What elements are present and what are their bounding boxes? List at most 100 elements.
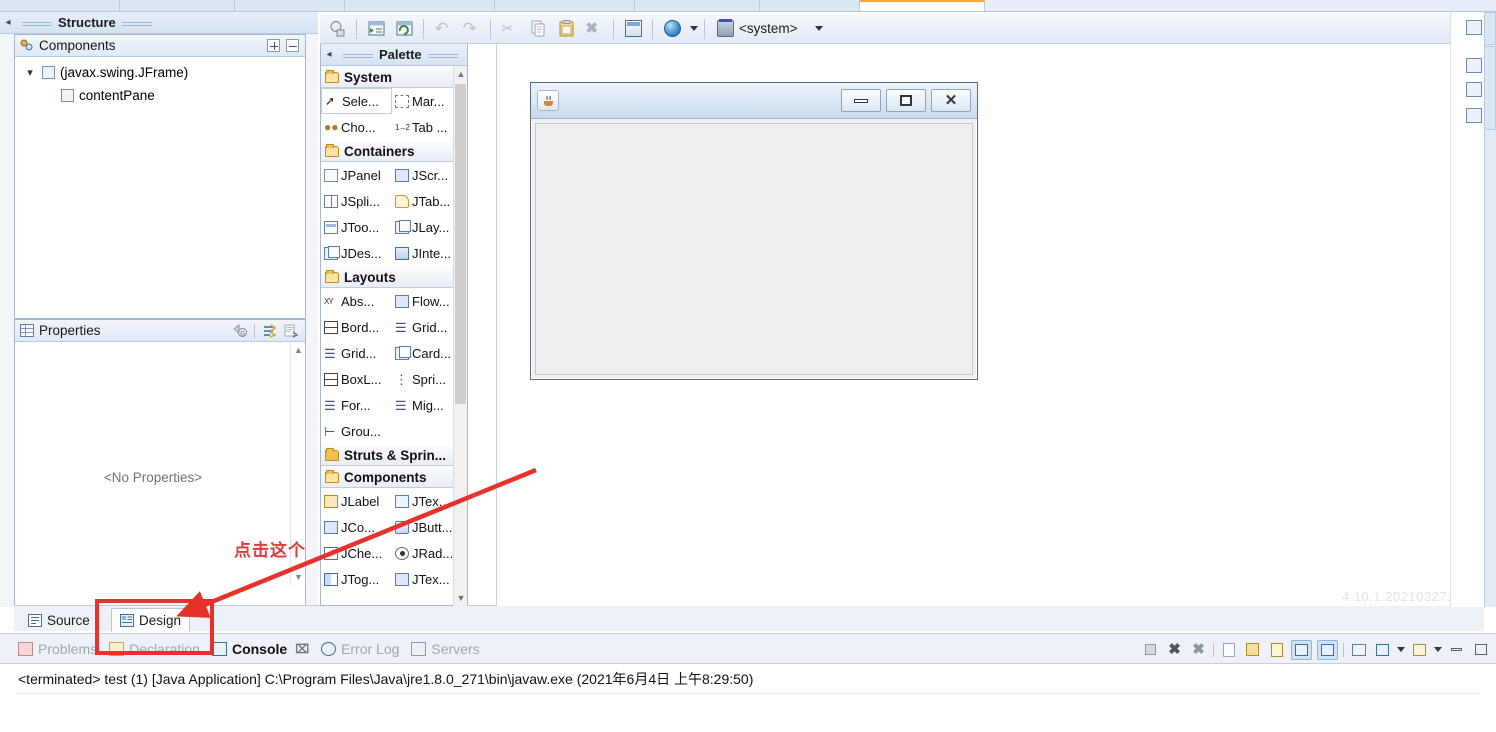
terminate-button[interactable] (1141, 641, 1160, 659)
jframe-titlebar[interactable]: ✕ (531, 83, 977, 119)
palette-category-system[interactable]: System (321, 66, 467, 88)
palette-category-struts-springs[interactable]: Struts & Sprin... (321, 444, 467, 466)
cut-button[interactable]: ✂ (497, 17, 523, 41)
console-output-area[interactable]: <terminated> test (1) [Java Application]… (0, 664, 1496, 732)
editor-tab-fragment[interactable] (120, 0, 235, 12)
jframe-contentpane[interactable] (535, 123, 973, 375)
tab-design[interactable]: Design (111, 608, 190, 632)
tab-console[interactable]: Console ⌧ (212, 641, 309, 657)
tab-problems[interactable]: Problems (18, 641, 97, 657)
tree-row[interactable]: contentPane (15, 84, 305, 107)
open-source-button[interactable] (363, 17, 389, 41)
palette-category-components[interactable]: Components (321, 466, 467, 488)
chevron-left-icon[interactable]: ◂ (321, 49, 337, 60)
look-and-feel-selector[interactable]: <system> (711, 20, 829, 37)
test-refresh-button[interactable] (324, 17, 350, 41)
palette-item-grouplayout[interactable]: ⊢ Grou... (321, 418, 392, 444)
palette-item-jpanel[interactable]: JPanel (321, 162, 392, 188)
palette-scroll-area[interactable]: System ➚ Sele... Mar... ●● Cho... 1→2 (321, 66, 467, 606)
clear-console-button[interactable] (1219, 641, 1238, 659)
chevron-down-icon[interactable]: ▾ (23, 66, 37, 79)
display-selected-console-button[interactable] (1373, 641, 1392, 659)
editor-tab-fragment[interactable] (0, 0, 120, 12)
palette-item-formlayout[interactable]: ☰ For... (321, 392, 392, 418)
palette-item-borderlayout[interactable]: Bord... (321, 314, 392, 340)
palette-item-jtoolbar[interactable]: JToo... (321, 214, 392, 240)
expand-all-button[interactable] (267, 39, 280, 52)
editor-tab-strip[interactable] (0, 0, 1496, 12)
show-console-on-error-button[interactable] (1317, 640, 1338, 660)
palette-item-jlabel[interactable]: JLabel (321, 488, 392, 514)
components-tree[interactable]: ▾ (javax.swing.JFrame) contentPane (15, 57, 305, 107)
editor-tab-fragment[interactable] (235, 0, 345, 12)
tree-row[interactable]: ▾ (javax.swing.JFrame) (15, 61, 305, 84)
goto-definition-icon[interactable] (262, 323, 277, 338)
palette-item-jtogglebutton[interactable]: JTog... (321, 566, 392, 592)
minimize-icon[interactable] (841, 89, 881, 112)
redo-button[interactable]: ↷ (458, 17, 484, 41)
tab-error-log[interactable]: Error Log (321, 641, 399, 657)
console-view-tabs[interactable]: Problems Declaration Console ⌧ Error Log… (0, 633, 1496, 664)
tab-source[interactable]: Source (20, 608, 98, 632)
palette-item-select[interactable]: ➚ Sele... (321, 88, 392, 114)
outline-view-icon[interactable] (1466, 20, 1482, 35)
palette-item-gridlayout[interactable]: ☰ Grid... (321, 340, 392, 366)
chevron-left-icon[interactable]: ◂ (0, 17, 16, 28)
structure-view-titlebar[interactable]: ◂ Structure (0, 12, 318, 34)
display-selected-console-caret-icon[interactable] (1397, 647, 1405, 652)
editor-tab-active[interactable] (860, 0, 985, 12)
remove-all-terminated-button[interactable]: ✖ (1189, 641, 1208, 659)
look-and-feel-caret-icon[interactable] (815, 26, 823, 31)
palette-item-jdesktoppane[interactable]: JDes... (321, 240, 392, 266)
locale-button[interactable] (659, 17, 685, 41)
collapse-all-button[interactable] (286, 39, 299, 52)
scroll-down-icon[interactable]: ▼ (454, 590, 467, 606)
palette-category-containers[interactable]: Containers (321, 140, 467, 162)
paste-button[interactable] (553, 17, 579, 41)
editor-tab-fragment[interactable] (635, 0, 760, 12)
locale-dropdown-caret-icon[interactable] (690, 26, 698, 31)
palette-view-icon[interactable] (1466, 58, 1482, 73)
copy-button[interactable] (525, 17, 551, 41)
show-advanced-properties-icon[interactable]: G (232, 323, 247, 338)
scroll-down-icon[interactable]: ▼ (291, 569, 306, 585)
scroll-up-icon[interactable]: ▲ (454, 66, 467, 82)
scroll-lock-button[interactable] (1243, 641, 1262, 659)
delete-button[interactable]: ✖ (581, 17, 607, 41)
tab-servers[interactable]: Servers (411, 641, 479, 657)
show-console-on-output-button[interactable] (1291, 640, 1312, 660)
palette-item-jcheckbox[interactable]: ✓ JChe... (321, 540, 392, 566)
open-console-button[interactable] (1410, 641, 1429, 659)
right-edge-bar[interactable] (1484, 12, 1496, 607)
palette-titlebar[interactable]: ◂ Palette (321, 44, 467, 66)
word-wrap-button[interactable] (1267, 641, 1286, 659)
design-canvas[interactable]: ✕ 4.10.1.202103271638 (496, 44, 1484, 606)
pin-console-button[interactable] (1349, 641, 1368, 659)
maximize-icon[interactable] (886, 89, 926, 112)
palette-scrollbar[interactable]: ▲ ▼ (453, 66, 467, 606)
close-icon[interactable]: ✕ (931, 89, 971, 112)
tab-declaration[interactable]: Declaration (109, 641, 200, 657)
maximize-view-button[interactable] (1471, 641, 1490, 659)
test-layout-button[interactable] (620, 17, 646, 41)
scroll-up-icon[interactable]: ▲ (291, 342, 306, 358)
jframe-preview[interactable]: ✕ (530, 82, 978, 380)
close-icon[interactable]: ⌧ (295, 642, 309, 656)
design-canvas-surface[interactable]: ✕ 4.10.1.202103271638 (497, 44, 1484, 606)
palette-item-jcombobox[interactable]: JCo... (321, 514, 392, 540)
remove-launch-button[interactable]: ✖ (1165, 641, 1184, 659)
editor-tab-fragment[interactable] (495, 0, 635, 12)
restore-default-value-icon[interactable] (284, 323, 299, 338)
refresh-designer-button[interactable] (391, 17, 417, 41)
editor-tab-fragment[interactable] (760, 0, 860, 12)
open-console-caret-icon[interactable] (1434, 647, 1442, 652)
properties-view-icon[interactable] (1466, 82, 1482, 97)
scrollbar-thumb[interactable] (455, 84, 466, 404)
editor-source-design-tabs[interactable]: Source Design (14, 605, 1484, 631)
undo-button[interactable]: ↶ (430, 17, 456, 41)
minimize-view-button[interactable] (1447, 641, 1466, 659)
editor-tab-fragment[interactable] (345, 0, 495, 12)
right-bar-segment[interactable] (1484, 46, 1496, 130)
palette-category-layouts[interactable]: Layouts (321, 266, 467, 288)
palette-item-jsplitpane[interactable]: JSpli... (321, 188, 392, 214)
